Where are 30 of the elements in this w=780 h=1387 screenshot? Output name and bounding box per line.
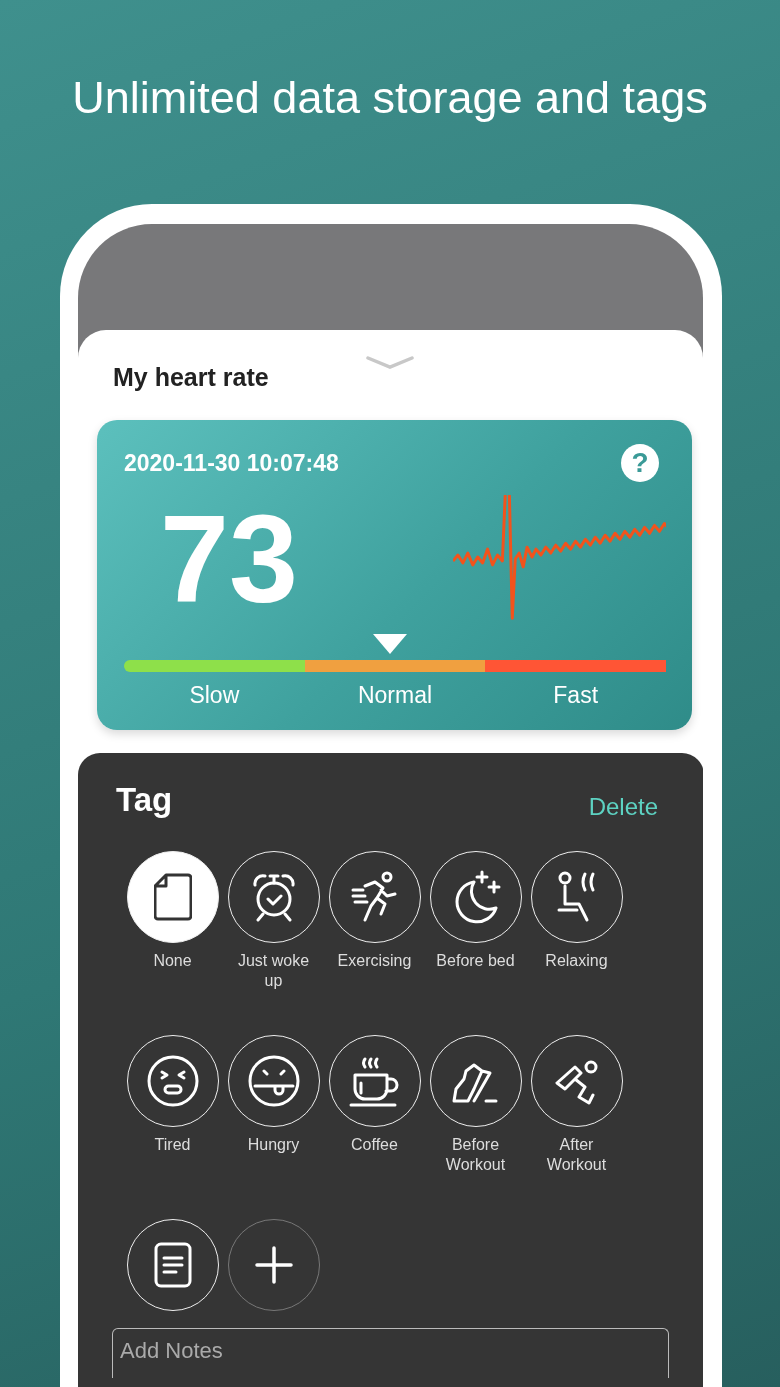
page-icon	[153, 873, 192, 921]
tag-label: Relaxing	[545, 951, 608, 971]
tired-face-icon	[145, 1054, 200, 1108]
tag-label: Coffee	[351, 1135, 398, 1155]
help-button[interactable]: ?	[621, 444, 659, 482]
bpm-value: 73	[160, 497, 299, 621]
notes-field[interactable]: Add Notes	[112, 1328, 669, 1378]
tag-label: Before bed	[436, 951, 515, 971]
coffee-cup-icon	[348, 1055, 401, 1107]
tag-label: After Workout	[545, 1135, 608, 1175]
headline: Unlimited data storage and tags	[72, 72, 708, 124]
tag-label: Before Workout	[444, 1135, 507, 1175]
timestamp: 2020-11-30 10:07:48	[124, 449, 339, 477]
runner-icon	[350, 870, 399, 924]
delete-button[interactable]: Delete	[588, 793, 658, 821]
tag-title: Tag	[116, 781, 173, 819]
tag-label: None	[153, 951, 192, 971]
note-icon	[153, 1242, 192, 1288]
zone-label: Normal	[356, 682, 434, 709]
tag-label: Exercising	[337, 951, 412, 971]
tag-label: Just woke up	[236, 951, 311, 991]
screen-title: My heart rate	[113, 362, 269, 392]
tag-label: Tired	[154, 1135, 191, 1155]
zone-label: Fast	[552, 682, 600, 709]
tag-label: Hungry	[247, 1135, 300, 1155]
plus-icon	[254, 1246, 293, 1284]
zone-label: Slow	[188, 682, 241, 709]
seated-person-icon	[556, 870, 597, 924]
alarm-clock-icon	[250, 872, 297, 922]
tongue-face-icon	[246, 1054, 301, 1108]
